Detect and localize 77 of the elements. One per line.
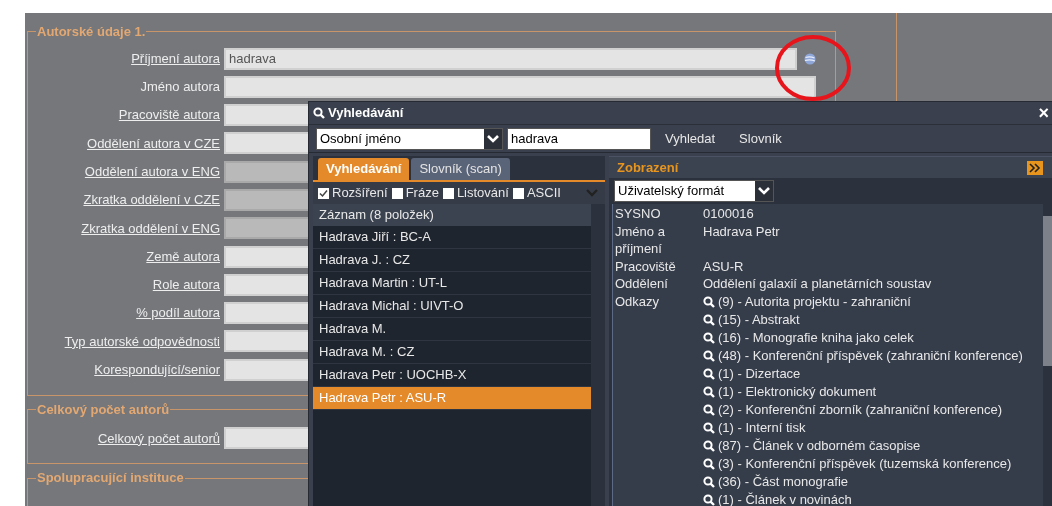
field-label: Jméno autora	[139, 78, 221, 97]
detail-value: Oddělení galaxií a planetárních soustav	[703, 275, 933, 293]
checkbox-label: ASCII	[526, 184, 561, 203]
reference-link[interactable]: (2) - Konferenční zborník (zahraniční konference)	[703, 400, 1043, 419]
toolbar-button[interactable]: Slovník	[739, 128, 782, 149]
dialog-title: Vyhledávání	[328, 104, 404, 123]
reference-link[interactable]: (9) - Autorita projektu - zahraniční	[703, 292, 1043, 311]
reference-link[interactable]: (16) - Monografie kniha jako celek	[703, 328, 1043, 347]
field-label-link[interactable]: Typ autorské odpovědnosti	[28, 331, 224, 352]
detail-label: Pracoviště	[615, 257, 677, 275]
reference-link[interactable]: (48) - Konferenční příspěvek (zahraniční konference)	[703, 346, 1043, 365]
detail-label: Odkazy	[615, 292, 661, 311]
tab[interactable]: Slovník (scan)	[411, 158, 510, 180]
reference-link[interactable]: (36) - Část monografie	[703, 472, 1043, 491]
caret-icon	[487, 133, 499, 144]
field-label-link[interactable]: Pracoviště autora	[28, 105, 224, 125]
search-icon	[703, 349, 715, 362]
index-select[interactable]: Osobní jméno	[316, 127, 503, 150]
field-label-link[interactable]: Země autora	[28, 246, 224, 267]
panel-title: Zobrazení	[617, 158, 679, 177]
checkbox[interactable]	[512, 187, 524, 199]
search-icon	[703, 403, 715, 416]
search-field[interactable]: hadrava	[507, 127, 651, 150]
result-item[interactable]: Hadrava Martin : UT-L	[313, 272, 591, 295]
search-icon	[703, 493, 715, 506]
search-icon	[703, 457, 715, 470]
detail-label: Oddělení	[615, 275, 669, 293]
caret-icon	[758, 186, 770, 196]
checkbox[interactable]	[391, 187, 403, 199]
detail-value: Hadrava Petr	[703, 222, 781, 241]
search-icon	[703, 295, 715, 308]
search-icon	[313, 107, 325, 119]
checkbox[interactable]	[318, 187, 329, 199]
search-icon	[703, 421, 715, 434]
checkbox-label: Rozšíření	[332, 184, 388, 203]
reference-link[interactable]: (87) - Článek v odborném časopise	[703, 436, 1043, 455]
result-item[interactable]: Hadrava Michal : UIVT-O	[313, 295, 591, 318]
reference-link[interactable]: (1) - Článek v novinách	[703, 490, 1043, 506]
toolbar-button[interactable]: Vyhledat	[665, 128, 716, 149]
field-label-link[interactable]: Role autora	[28, 275, 224, 295]
format-select[interactable]: Uživatelský formát	[614, 180, 774, 202]
detail-label: SYSNO	[615, 205, 662, 223]
field-label-link[interactable]: Příjmení autora	[28, 48, 224, 69]
list-header: Záznam (8 položek)	[313, 204, 591, 226]
reference-link[interactable]: (15) - Abstrakt	[703, 310, 1043, 329]
field-label-link[interactable]: Korespondující/senior	[28, 360, 224, 380]
text-field[interactable]: hadrava	[224, 47, 797, 70]
search-icon	[703, 313, 715, 326]
result-item[interactable]: Hadrava Jiří : BC-A	[313, 226, 591, 249]
close-button[interactable]: ×	[1038, 104, 1049, 122]
field-label-link[interactable]: Oddělení autora v CZE	[28, 133, 224, 154]
search-icon	[703, 367, 715, 380]
field-label-link[interactable]: % podíl autora	[28, 303, 224, 323]
field-label-link[interactable]: Celkový počet autorů	[28, 428, 224, 448]
checkbox-label: Fráze	[405, 184, 439, 203]
detail-label: Jméno a příjmení	[615, 222, 666, 258]
reference-link[interactable]: (1) - Interní tisk	[703, 418, 1043, 437]
section-legend: Celkový počet autorů	[36, 399, 171, 420]
section-legend: Autorské údaje 1.	[36, 22, 147, 42]
expand-icon[interactable]	[1027, 160, 1043, 175]
section-legend: Spolupracující instituce	[36, 468, 185, 488]
globe-icon[interactable]	[804, 52, 816, 65]
checkbox[interactable]	[442, 187, 454, 199]
search-icon	[703, 475, 715, 488]
reference-link[interactable]: (1) - Elektronický dokument	[703, 382, 1043, 401]
result-item[interactable]: Hadrava J. : CZ	[313, 249, 591, 272]
text-field[interactable]	[224, 75, 816, 98]
detail-value: ASU-R	[703, 257, 745, 275]
result-item[interactable]: Hadrava M. : CZ	[313, 341, 591, 364]
search-icon	[703, 385, 715, 398]
result-item[interactable]: Hadrava M.	[313, 318, 591, 341]
reference-link[interactable]: (3) - Konferenční příspěvek (tuzemská konference)	[703, 454, 1043, 473]
checkbox-label: Listování	[456, 184, 509, 203]
reference-link[interactable]: (1) - Dizertace	[703, 364, 1043, 383]
search-icon	[703, 331, 715, 344]
search-icon	[703, 439, 715, 452]
detail-value: 0100016	[703, 205, 755, 223]
